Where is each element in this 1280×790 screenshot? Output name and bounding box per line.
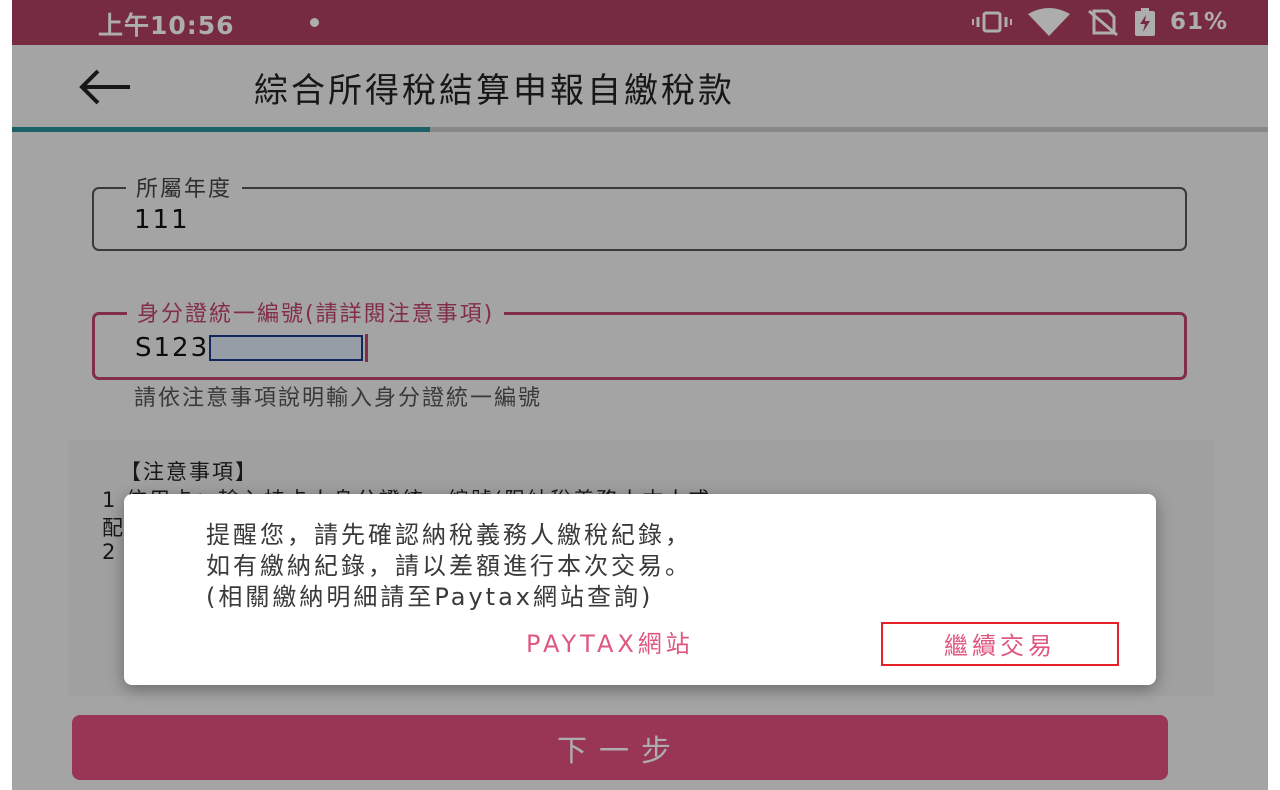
dialog-message-line: (相關繳納明細請至Paytax網站查詢) [206,583,654,611]
reminder-dialog: 提醒您，請先確認納稅義務人繳稅紀錄， 如有繳納紀錄，請以差額進行本次交易。 (相… [124,494,1156,685]
continue-transaction-button[interactable]: 繼續交易 [881,622,1119,666]
dialog-message-line: 如有繳納紀錄，請以差額進行本次交易。 [206,552,692,580]
paytax-website-button[interactable]: PAYTAX網站 [526,622,694,666]
dialog-message: 提醒您，請先確認納稅義務人繳稅紀錄， 如有繳納紀錄，請以差額進行本次交易。 (相… [206,520,692,613]
dialog-message-line: 提醒您，請先確認納稅義務人繳稅紀錄， [206,521,692,549]
app-screen: 上午10:56 61% 綜合所得稅結算申報自繳稅款 所屬年度 111 身分證統一… [12,0,1268,790]
